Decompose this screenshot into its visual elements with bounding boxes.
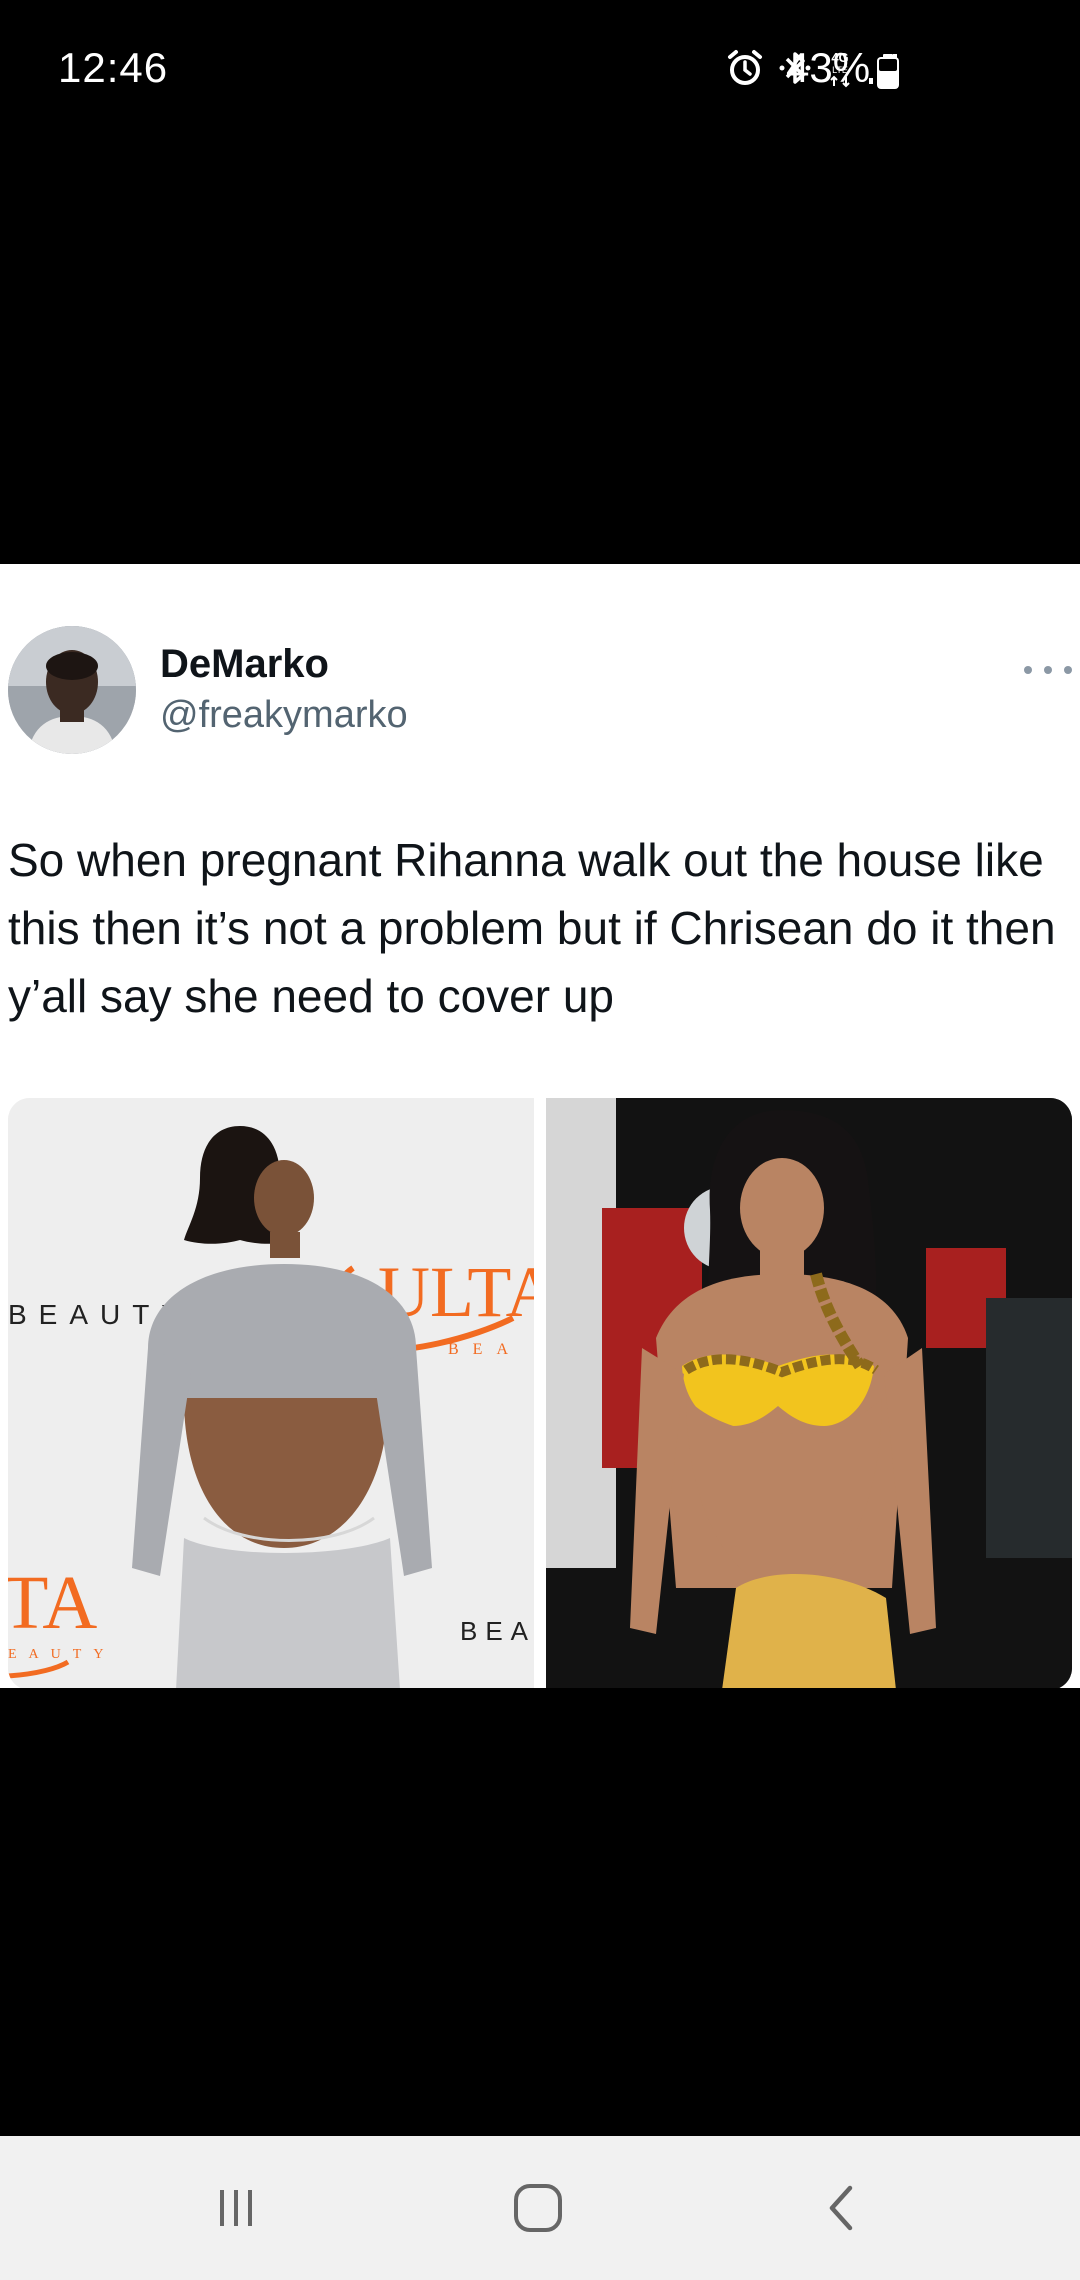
- backdrop-text: BEA: [448, 1341, 522, 1358]
- home-button[interactable]: [508, 2180, 568, 2240]
- media-image-right[interactable]: [546, 1098, 1072, 1690]
- tweet-media[interactable]: BEAUTY ULTA BEA TA EAUTY BEA: [8, 1098, 1072, 1690]
- top-black-area: [0, 140, 1080, 564]
- backdrop-text: BEA: [460, 1616, 534, 1646]
- back-icon: [822, 2182, 862, 2239]
- avatar[interactable]: [8, 626, 136, 754]
- alarm-icon: [726, 49, 764, 87]
- status-bar: 12:46 4G LTE 43%: [0, 0, 1080, 140]
- battery-percent: 43%: [786, 44, 871, 91]
- home-icon: [512, 2182, 564, 2239]
- bottom-black-area: [0, 1688, 1080, 2136]
- tweet-text: So when pregnant Rihanna walk out the ho…: [8, 834, 1056, 1022]
- more-dot: [1064, 666, 1072, 674]
- recent-apps-button[interactable]: [206, 2180, 266, 2240]
- navigation-bar: [0, 2136, 1080, 2280]
- more-options-button[interactable]: [1024, 658, 1072, 682]
- back-button[interactable]: [812, 2180, 872, 2240]
- status-time: 12:46: [58, 44, 169, 91]
- more-dot: [1044, 666, 1052, 674]
- user-handle[interactable]: @freakymarko: [160, 694, 408, 737]
- battery-icon: [876, 54, 900, 90]
- more-dot: [1024, 666, 1032, 674]
- display-name[interactable]: DeMarko: [160, 642, 329, 687]
- media-image-left[interactable]: BEAUTY ULTA BEA TA EAUTY BEA: [8, 1098, 534, 1690]
- tweet-card: DeMarko @freakymarko So when pregnant Ri…: [0, 564, 1080, 1690]
- backdrop-text: TA: [8, 1561, 97, 1645]
- backdrop-text: EAUTY: [8, 1647, 115, 1662]
- recent-apps-icon: [214, 2186, 258, 2235]
